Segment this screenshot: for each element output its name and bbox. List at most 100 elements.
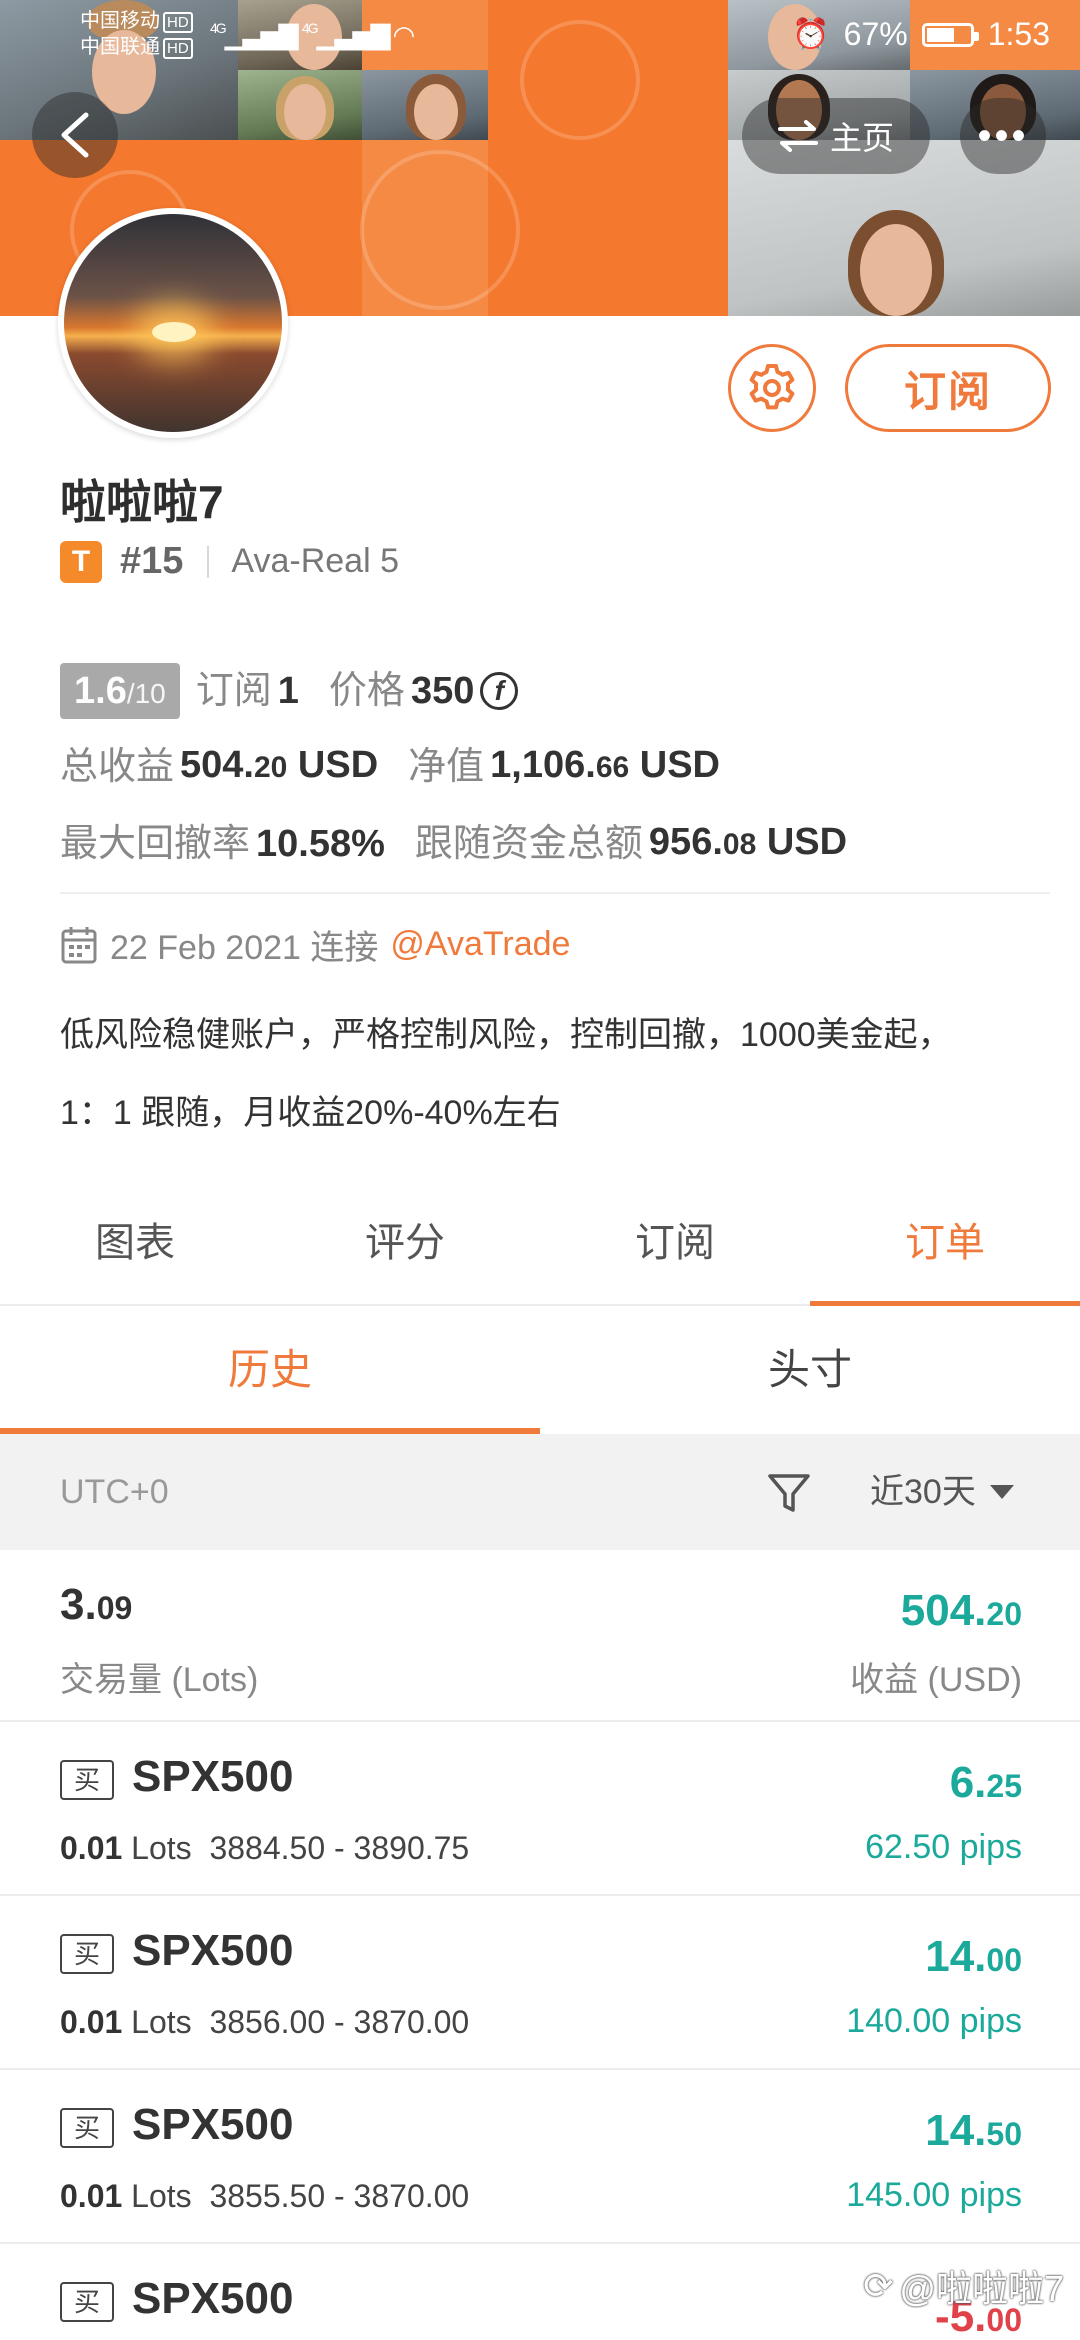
weibo-icon: ⟳: [863, 2265, 894, 2306]
score-total: /10: [126, 678, 166, 709]
rank-row: T #15 Ava-Real 5: [60, 540, 399, 583]
equity-label: 净值: [408, 745, 485, 788]
battery-icon: [921, 22, 979, 47]
watermark-text: @啦啦啦7: [899, 2268, 1064, 2309]
clock: 1:53: [987, 16, 1050, 52]
gear-icon: [749, 364, 795, 410]
server-name: Ava-Real 5: [231, 542, 399, 580]
stats-row-profit: 总收益 504.20 USD 净值 1,106.66 USD: [60, 728, 847, 805]
profit-label: 收益 (USD): [850, 1661, 1022, 1699]
order-detail: 0.01 Lots 3884.50 - 3890.75: [60, 1830, 470, 1866]
tab-positions[interactable]: 头寸: [540, 1306, 1080, 1434]
order-pips: 145.00 pips: [846, 2176, 1022, 2214]
order-detail: 0.01 Lots 3856.00 - 3870.00: [60, 2004, 470, 2040]
network-type: 4G: [301, 20, 319, 36]
date-range-label: 近30天: [870, 1473, 976, 1511]
connection-date-row: 22 Feb 2021 连接 @AvaTrade: [60, 920, 570, 969]
score-value: 1.6: [74, 670, 127, 712]
hd-badge: HD: [163, 12, 193, 33]
signal-icon: 4G▁▃▅▇ 4G▁▃▅▇ ◜◝: [210, 20, 414, 50]
description-line: 1：1 跟随，月收益20%-40%左右: [60, 1094, 561, 1132]
banner-photo: [362, 70, 488, 140]
main-tabs: 图表 评分 订阅 订单: [0, 1180, 1080, 1306]
filter-icon[interactable]: [766, 1470, 812, 1516]
order-row[interactable]: 买 SPX500 0.01 Lots 3855.50 - 3870.00 14.…: [0, 2070, 1080, 2244]
settings-button[interactable]: [728, 344, 816, 432]
subscribe-button[interactable]: 订阅: [845, 344, 1051, 432]
volume-label: 交易量 (Lots): [60, 1661, 259, 1699]
price-value: 350: [410, 670, 475, 712]
carrier-info: 中国移动 HD 中国联通 HD: [80, 8, 193, 60]
profit-label: 总收益: [60, 745, 175, 788]
avatar[interactable]: [58, 208, 288, 438]
order-symbol: SPX500: [132, 2100, 294, 2149]
wifi-icon: ◜◝: [393, 20, 414, 50]
status-right: ⏰ 67% 1:53: [792, 16, 1050, 53]
order-symbol: SPX500: [132, 2274, 294, 2323]
total-volume: 3.09: [60, 1580, 133, 1629]
history-summary: 3.09 交易量 (Lots) 504.20 收益 (USD): [0, 1550, 1080, 1722]
calendar-icon: [61, 926, 97, 963]
watermark: ⟳ @啦啦啦7: [863, 2260, 1064, 2312]
carrier-label: 中国联通: [80, 36, 160, 58]
tab-orders[interactable]: 订单: [810, 1180, 1080, 1306]
side-badge: 买: [60, 1760, 114, 1800]
stats-block: 1.6/10 订阅 1 价格 350 f 总收益 504.20 USD 净值 1,1…: [60, 654, 847, 882]
back-button[interactable]: [32, 92, 118, 178]
stats-row-drawdown: 最大回撤率 10.58% 跟随资金总额 956.08 USD: [60, 805, 847, 882]
order-profit: 14.50: [925, 2106, 1022, 2155]
hd-badge: HD: [163, 38, 193, 59]
follow-funds-value: 956.08 USD: [648, 821, 848, 863]
price-label: 价格: [328, 670, 405, 712]
description-line: 低风险稳健账户，严格控制风险，控制回撤，1000美金起，: [60, 1016, 952, 1054]
carrier-label: 中国移动: [80, 10, 160, 32]
profile-description: 低风险稳健账户，严格控制风险，控制回撤，1000美金起， 1：1 跟随，月收益2…: [60, 996, 1040, 1152]
follow-funds-label: 跟随资金总额: [414, 822, 643, 865]
order-row[interactable]: 买 SPX500 0.01 Lots 3884.50 - 3890.75 6.2…: [0, 1722, 1080, 1896]
battery-percent: 67%: [843, 16, 908, 52]
order-profit: 6.25: [949, 1758, 1022, 1807]
drawdown-label: 最大回撤率: [60, 822, 251, 865]
filter-bar: UTC+0 近30天: [0, 1434, 1080, 1550]
side-badge: 买: [60, 2108, 114, 2148]
more-button[interactable]: •••: [960, 98, 1046, 174]
order-row[interactable]: 买 SPX500 0.01 Lots 3856.00 - 3870.00 14.…: [0, 1896, 1080, 2070]
order-symbol: SPX500: [132, 1752, 294, 1801]
more-icon: •••: [977, 113, 1029, 158]
side-badge: 买: [60, 1934, 114, 1974]
timezone-label: UTC+0: [60, 1473, 169, 1511]
tab-subscription[interactable]: 订阅: [540, 1180, 810, 1304]
subs-value: 1: [277, 670, 299, 712]
network-type: 4G: [210, 20, 227, 36]
tab-history[interactable]: 历史: [0, 1306, 540, 1434]
order-pips: 140.00 pips: [846, 2002, 1022, 2040]
profit-value: 504.20 USD: [180, 744, 379, 786]
trader-level-badge: T: [60, 540, 102, 583]
broker-link[interactable]: @AvaTrade: [390, 925, 570, 964]
equity-value: 1,106.66 USD: [490, 744, 720, 786]
order-detail: 0.01 Lots 3855.50 - 3870.00: [60, 2178, 470, 2214]
home-label: 主页: [829, 120, 894, 156]
rank: #15: [120, 540, 184, 582]
connection-date: 22 Feb 2021 连接: [110, 929, 379, 967]
tab-rating[interactable]: 评分: [270, 1180, 540, 1304]
drawdown-value: 10.58%: [256, 822, 385, 865]
trader-name: 啦啦啦7: [60, 476, 224, 528]
home-button[interactable]: 主页: [742, 98, 930, 174]
alarm-icon: ⏰: [792, 18, 830, 51]
order-subtabs: 历史 头寸: [0, 1306, 1080, 1434]
chevron-left-icon: [61, 112, 89, 158]
subs-label: 订阅: [195, 670, 272, 712]
order-symbol: SPX500: [132, 1926, 294, 1975]
banner-photo: [238, 70, 362, 140]
order-profit: 14.00: [925, 1932, 1022, 1981]
date-range-dropdown[interactable]: 近30天: [870, 1434, 1014, 1550]
score-badge: 1.6/10: [60, 663, 180, 719]
status-bar: 中国移动 HD 中国联通 HD 4G▁▃▅▇ 4G▁▃▅▇ ◜◝ ⏰ 67% 1:5…: [0, 0, 1080, 70]
caret-down-icon: [989, 1485, 1014, 1499]
tab-chart[interactable]: 图表: [0, 1180, 270, 1304]
side-badge: 买: [60, 2282, 114, 2322]
order-pips: 62.50 pips: [865, 1828, 1022, 1866]
divider: [60, 892, 1050, 894]
divider: [207, 545, 210, 578]
